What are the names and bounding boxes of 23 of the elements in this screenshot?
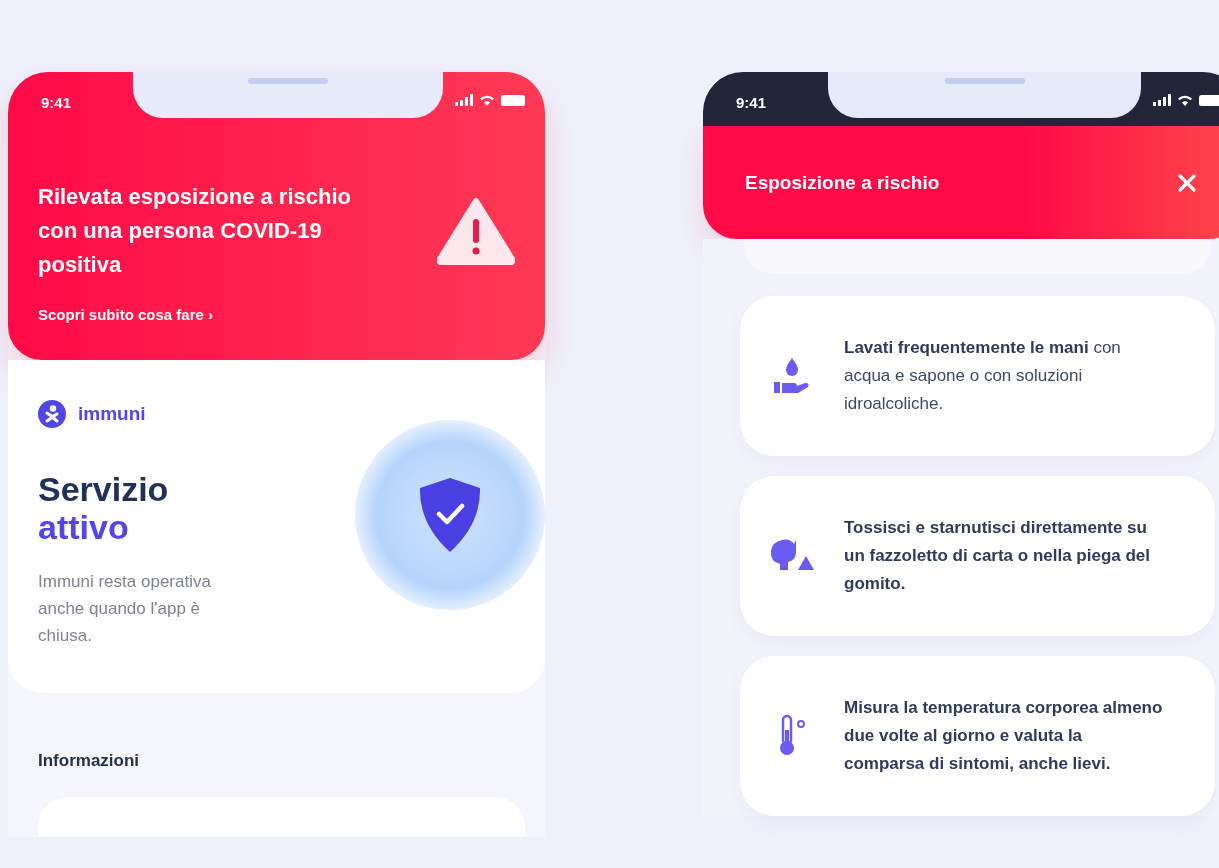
tip-text: Misura la temperatura corporea almeno due volte al giorno e valuta la comparsa di sintomi, anche lievi.: [844, 697, 1164, 775]
thermometer-icon: [777, 714, 807, 758]
wifi-icon: [1177, 94, 1193, 106]
battery-icon: [501, 94, 525, 106]
service-description: Immuni resta operativa anche quando l'app è chiusa.: [38, 571, 212, 647]
battery-icon: [1199, 94, 1219, 106]
close-icon: [1177, 172, 1197, 193]
brand-name: immuni: [78, 403, 146, 425]
shield-check-icon: [417, 476, 483, 554]
tip-text: Tossisci e starnutisci direttamente su un fazzoletto di carta o nella piega del gomito.: [844, 517, 1152, 595]
tip-text: Lavati frequentemente le mani con acqua e sapone o con soluzioni idroalcoliche.: [844, 337, 1122, 415]
status-time: 9:41: [40, 93, 73, 111]
wifi-icon: [479, 94, 495, 106]
service-status-title: Servizio attivo: [38, 470, 170, 546]
warning-icon: [437, 197, 515, 265]
signal-icon: [1153, 94, 1171, 106]
alert-title: Rilevata esposizione a rischio con una persona COVID-19 positiva: [38, 183, 352, 279]
logo-icon: [38, 400, 66, 428]
screen-title: Esposizione a rischio: [745, 171, 941, 194]
alert-link[interactable]: Scopri subito cosa fare ›: [38, 306, 214, 323]
signal-icon: [455, 94, 473, 106]
section-title: Informazioni: [38, 751, 141, 771]
status-time: 9:41: [735, 93, 768, 111]
